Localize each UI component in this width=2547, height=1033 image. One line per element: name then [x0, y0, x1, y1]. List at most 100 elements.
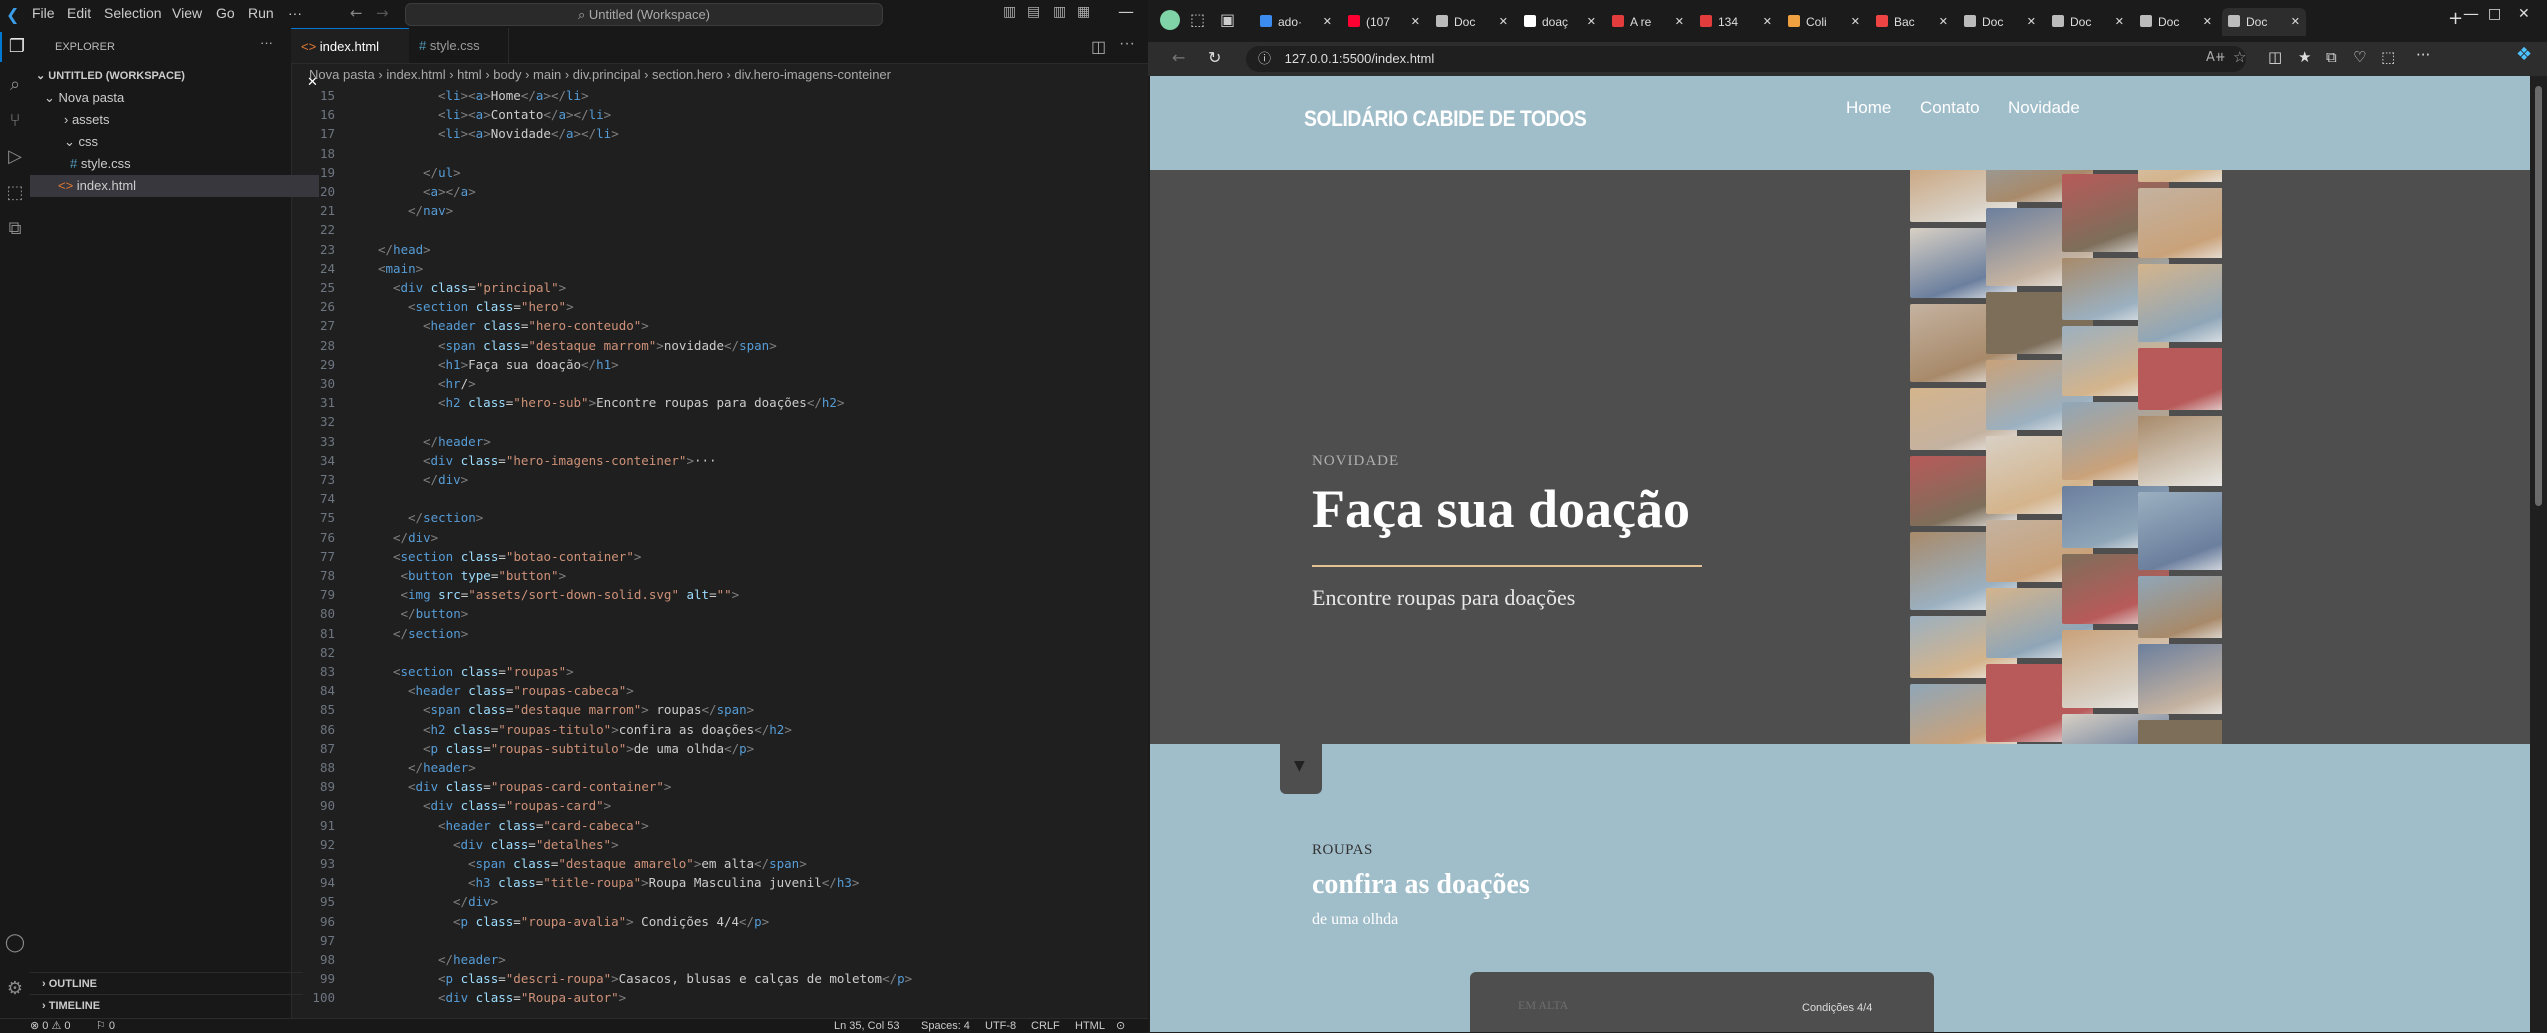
browser-tab[interactable]: Doc ✕	[1958, 8, 2042, 36]
explorer-icon[interactable]: ❐	[0, 32, 32, 62]
folder-assets[interactable]: › assets	[30, 109, 325, 131]
file-index-html[interactable]: <> index.html	[30, 175, 319, 197]
code-line[interactable]: 93 <span class="destaque amarelo">em alta…	[291, 854, 1148, 873]
split-editor-icon[interactable]: ◫	[1091, 37, 1106, 57]
code-line[interactable]: 19 </ul>	[291, 163, 1148, 182]
extensions-icon[interactable]: ⬚	[0, 178, 30, 208]
refresh-icon[interactable]: ↻	[1208, 48, 1221, 67]
toggle-panel-icon[interactable]: ▤	[1027, 4, 1040, 20]
menu-file[interactable]: File	[32, 5, 55, 21]
code-line[interactable]: 76 </div>	[291, 528, 1148, 547]
folder-nova-pasta[interactable]: ⌄ Nova pasta	[30, 87, 305, 109]
browser-tab[interactable]: ado· ✕	[1254, 8, 1338, 36]
workspace-header[interactable]: ⌄ UNTITLED (WORKSPACE)	[30, 65, 297, 87]
tab-actions-icon[interactable]: ▣	[1220, 10, 1235, 29]
toggle-sidebar-icon[interactable]: ▥	[1003, 4, 1016, 20]
code-line[interactable]: 87 <p class="roupas-subtitulo">de uma olh…	[291, 739, 1148, 758]
breadcrumb-item[interactable]: div.principal	[573, 67, 641, 82]
code-line[interactable]: 89 <div class="roupas-card-container">	[291, 777, 1148, 796]
maximize-icon[interactable]: □	[2488, 6, 2501, 22]
problems-status[interactable]: ⊗ 0 ⚠ 0	[30, 1019, 70, 1033]
menu-selection[interactable]: Selection	[104, 5, 162, 21]
code-line[interactable]: 17 <li><a>Novidade</a></li>	[291, 124, 1148, 143]
code-line[interactable]: 21 </nav>	[291, 201, 1148, 220]
eol-status[interactable]: CRLF	[1031, 1019, 1060, 1033]
close-tab-icon[interactable]: ✕	[1939, 8, 1948, 36]
more-actions-icon[interactable]: ···	[260, 35, 273, 50]
breadcrumb-item[interactable]: index.html	[386, 67, 445, 82]
code-line[interactable]: 85 <span class="destaque marrom"> roupas<…	[291, 700, 1148, 719]
close-tab-icon[interactable]: ✕	[2203, 8, 2212, 36]
folder-css[interactable]: ⌄ css	[30, 131, 325, 153]
code-line[interactable]: 100 <div class="Roupa-autor">	[291, 988, 1148, 1007]
close-tab-icon[interactable]: ✕	[1675, 8, 1684, 36]
back-icon[interactable]: ←	[1172, 48, 1185, 67]
code-line[interactable]: 96 <p class="roupa-avalia"> Condições 4/4…	[291, 912, 1148, 931]
nav-novidade[interactable]: Novidade	[2008, 98, 2080, 118]
close-tab-icon[interactable]: ✕	[1411, 8, 1420, 36]
code-line[interactable]: 86 <h2 class="roupas-titulo">confira as d…	[291, 720, 1148, 739]
menu-go[interactable]: Go	[216, 5, 235, 21]
breadcrumb-item[interactable]: div.hero-imagens-conteiner	[734, 67, 891, 82]
browser-tab[interactable]: A re ✕	[1606, 8, 1690, 36]
info-icon[interactable]: ⓘ	[1258, 51, 1271, 66]
browser-tab[interactable]: Bac ✕	[1870, 8, 1954, 36]
menu-more[interactable]: ···	[288, 5, 302, 21]
nav-back-icon[interactable]: ←	[350, 4, 363, 22]
outline-section[interactable]: › OUTLINE	[30, 972, 303, 995]
workspaces-icon[interactable]: ⬚	[1190, 10, 1205, 29]
code-line[interactable]: 20 <a></a>	[291, 182, 1148, 201]
favorite-star-icon[interactable]: ☆	[2233, 48, 2246, 66]
code-line[interactable]: 15 <li><a>Home</a></li>	[291, 86, 1148, 105]
browser-tab[interactable]: Doc ✕	[1430, 8, 1514, 36]
menu-run[interactable]: Run	[248, 5, 274, 21]
code-line[interactable]: 84 <header class="roupas-cabeca">	[291, 681, 1148, 700]
language-status[interactable]: HTML	[1075, 1019, 1105, 1033]
encoding-status[interactable]: UTF-8	[985, 1019, 1016, 1033]
code-line[interactable]: 88 </header>	[291, 758, 1148, 777]
code-line[interactable]: 25 <div class="principal">	[291, 278, 1148, 297]
code-line[interactable]: 90 <div class="roupas-card">	[291, 796, 1148, 815]
remote-explorer-icon[interactable]: ⧉	[0, 214, 30, 244]
code-line[interactable]: 22	[291, 220, 1148, 239]
nav-contato[interactable]: Contato	[1920, 98, 1980, 118]
browser-tab[interactable]: Doc ✕	[2134, 8, 2218, 36]
code-line[interactable]: 23 </head>	[291, 240, 1148, 259]
code-line[interactable]: 16 <li><a>Contato</a></li>	[291, 105, 1148, 124]
code-editor[interactable]: 15 <li><a>Home</a></li> 16 <li><a>Contato</…	[291, 86, 1148, 1016]
toggle-secondary-sidebar-icon[interactable]: ▥	[1053, 4, 1066, 20]
code-line[interactable]: 81 </section>	[291, 624, 1148, 643]
nav-home[interactable]: Home	[1846, 98, 1891, 118]
code-line[interactable]: 91 <header class="card-cabeca">	[291, 816, 1148, 835]
address-bar[interactable]: ⓘ 127.0.0.1:5500/index.html	[1246, 46, 2246, 72]
menu-edit[interactable]: Edit	[67, 5, 91, 21]
read-aloud-icon[interactable]: A⧺	[2206, 50, 2226, 65]
code-line[interactable]: 18	[291, 144, 1148, 163]
browser-tab[interactable]: Coli ✕	[1782, 8, 1866, 36]
site-brand[interactable]: SOLIDÁRIO CABIDE DE TODOS	[1304, 106, 1587, 132]
close-tab-icon[interactable]: ✕	[1499, 8, 1508, 36]
close-tab-icon[interactable]: ✕	[2027, 8, 2036, 36]
run-debug-icon[interactable]: ▷	[0, 142, 30, 172]
close-tab-icon[interactable]: ✕	[2115, 8, 2124, 36]
code-line[interactable]: 82	[291, 643, 1148, 662]
close-tab-icon[interactable]: ✕	[1323, 8, 1332, 36]
code-line[interactable]: 98 </header>	[291, 950, 1148, 969]
code-line[interactable]: 73 </div>	[291, 470, 1148, 489]
settings-more-icon[interactable]: ···	[2416, 46, 2430, 64]
browser-tab[interactable]: (107 ✕	[1342, 8, 1426, 36]
breadcrumb-item[interactable]: section.hero	[652, 67, 723, 82]
customize-layout-icon[interactable]: ▦	[1077, 4, 1090, 20]
close-tab-icon[interactable]: ✕	[2291, 8, 2300, 36]
breadcrumb-item[interactable]: html	[457, 67, 482, 82]
close-tab-icon[interactable]: ✕	[1851, 8, 1860, 36]
code-line[interactable]: 24 <main>	[291, 259, 1148, 278]
code-line[interactable]: 31 <h2 class="hero-sub">Encontre roupas p…	[291, 393, 1148, 412]
code-line[interactable]: 33 </header>	[291, 432, 1148, 451]
search-view-icon[interactable]: ⌕	[0, 70, 30, 100]
indentation-status[interactable]: Spaces: 4	[921, 1019, 970, 1033]
code-line[interactable]: 29 <h1>Faça sua doação</h1>	[291, 355, 1148, 374]
code-line[interactable]: 26 <section class="hero">	[291, 297, 1148, 316]
new-tab-icon[interactable]: +	[2448, 8, 2463, 29]
nav-forward-icon[interactable]: →	[376, 4, 389, 22]
